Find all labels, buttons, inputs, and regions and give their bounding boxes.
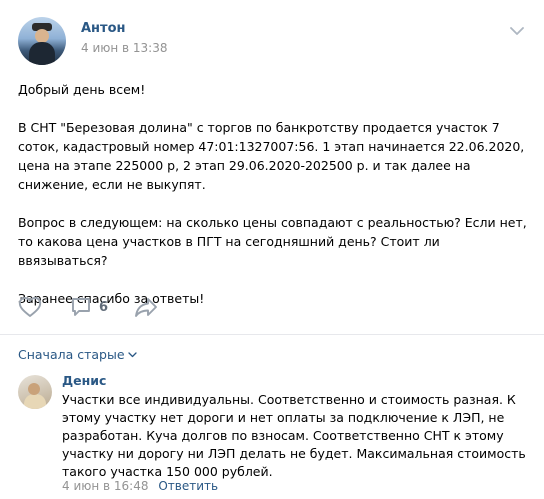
sort-label: Сначала старые bbox=[18, 347, 125, 362]
share-button[interactable] bbox=[133, 295, 159, 319]
comment-meta: 4 июн в 16:48 Ответить bbox=[62, 479, 218, 493]
comment-author-avatar[interactable] bbox=[18, 375, 52, 409]
post-header: Антон 4 июн в 13:38 bbox=[18, 17, 528, 65]
post-author-name[interactable]: Антон bbox=[81, 21, 126, 36]
chevron-down-icon bbox=[127, 351, 137, 357]
divider bbox=[0, 334, 544, 335]
comment-button[interactable]: 6 bbox=[70, 295, 108, 319]
chevron-down-icon[interactable] bbox=[510, 26, 524, 36]
post-paragraph: Добрый день всем! bbox=[18, 82, 146, 97]
comments-sort-dropdown[interactable]: Сначала старые bbox=[18, 347, 137, 362]
post-paragraph: В СНТ "Березовая долина" с торгов по бан… bbox=[18, 120, 525, 192]
post-actions: 6 bbox=[18, 295, 528, 319]
heart-icon bbox=[18, 297, 42, 317]
comment-icon bbox=[72, 298, 90, 316]
comment-author-name[interactable]: Денис bbox=[62, 373, 106, 388]
post-date[interactable]: 4 июн в 13:38 bbox=[81, 41, 167, 55]
comment-date[interactable]: 4 июн в 16:48 bbox=[62, 479, 148, 493]
author-avatar[interactable] bbox=[18, 17, 66, 65]
post-paragraph: Вопрос в следующем: на сколько цены совп… bbox=[18, 215, 527, 268]
post-text: Добрый день всем! В СНТ "Березовая долин… bbox=[18, 80, 528, 327]
comment-count: 6 bbox=[99, 299, 109, 315]
like-button[interactable] bbox=[18, 295, 42, 319]
reply-link[interactable]: Ответить bbox=[158, 479, 218, 493]
share-icon bbox=[135, 298, 157, 317]
comment-text: Участки все индивидуальны. Соответственн… bbox=[62, 392, 526, 479]
